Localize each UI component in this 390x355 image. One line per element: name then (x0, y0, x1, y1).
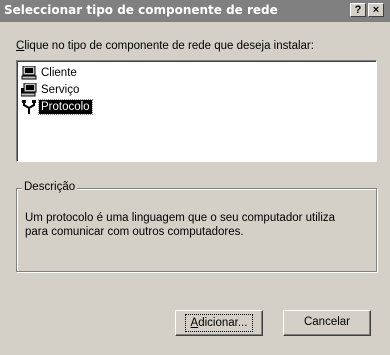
title-bar[interactable]: Seleccionar tipo de componente de rede ?… (0, 0, 390, 22)
help-button[interactable]: ? (350, 3, 366, 17)
add-button-label: Adicionar... (184, 314, 254, 332)
list-item-label: Protocolo (38, 98, 93, 115)
description-text: Um protocolo é uma linguagem que o seu c… (25, 212, 336, 238)
list-item-label: Cliente (41, 66, 77, 79)
list-item-label: Serviço (41, 83, 80, 96)
protocol-network-icon (21, 99, 37, 114)
list-item-cliente[interactable]: Cliente (21, 64, 79, 81)
description-legend: Descrição (22, 181, 78, 193)
service-computer-icon (20, 82, 37, 97)
add-label-rest: dicionar... (198, 317, 248, 329)
close-button[interactable]: × (368, 3, 384, 17)
window-title: Seleccionar tipo de componente de rede (4, 3, 278, 17)
cancel-button[interactable]: Cancelar (283, 310, 371, 336)
list-item-servico[interactable]: Serviço (20, 81, 81, 98)
client-computer-icon (21, 65, 37, 80)
add-button[interactable]: Adicionar... (175, 310, 263, 336)
component-type-list[interactable]: Cliente Serviço Protocolo (16, 60, 377, 162)
instruction-label: Clique no tipo de componente de rede que… (16, 40, 314, 52)
instruction-text: lique no tipo de componente de rede que … (24, 40, 314, 52)
list-item-protocolo[interactable]: Protocolo (21, 98, 93, 115)
